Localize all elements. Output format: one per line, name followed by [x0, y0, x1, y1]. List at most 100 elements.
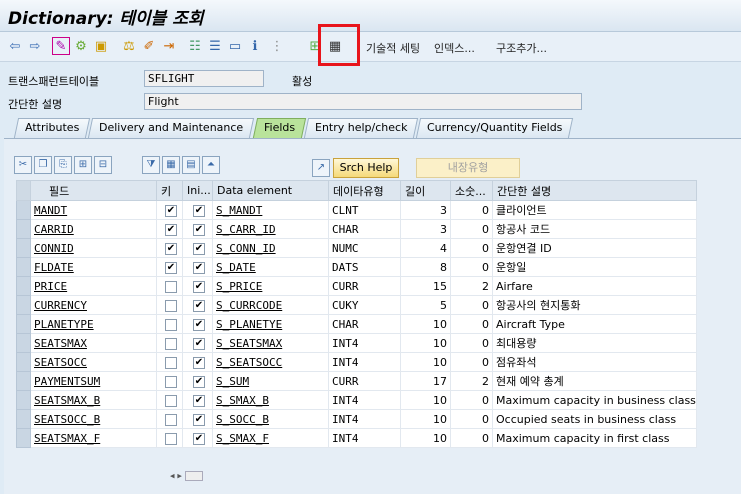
data-element-cell[interactable]: S_PRICE [212, 276, 329, 296]
data-type-cell[interactable]: INT4 [328, 428, 401, 448]
data-element-cell[interactable]: S_SEATSMAX [212, 333, 329, 353]
table-row[interactable]: SEATSMAX_F ✔ S_SMAX_F INT4 10 0 Maximum capaci… [16, 428, 697, 448]
key-checkbox[interactable]: ✔ [165, 223, 177, 236]
object-list-icon[interactable]: ☷ [186, 37, 204, 55]
decimals-cell[interactable]: 2 [450, 371, 493, 391]
row-selector[interactable] [16, 219, 31, 239]
data-element-cell[interactable]: S_PLANETYE [212, 314, 329, 334]
data-element-cell[interactable]: S_SEATSOCC [212, 352, 329, 372]
length-cell[interactable]: 10 [400, 428, 451, 448]
initial-cell[interactable]: ✔ [182, 219, 213, 239]
data-element-cell[interactable]: S_CARR_ID [212, 219, 329, 239]
decimals-cell[interactable]: 0 [450, 238, 493, 258]
srch-help-button[interactable]: Srch Help [333, 158, 399, 178]
table-row[interactable]: MANDT ✔ ✔ S_MANDT CLNT 3 0 클라이언트 [16, 200, 697, 220]
key-cell[interactable] [156, 428, 183, 448]
cut-icon[interactable]: ✂ [14, 156, 32, 174]
length-cell[interactable]: 10 [400, 333, 451, 353]
length-cell[interactable]: 4 [400, 238, 451, 258]
row-selector[interactable] [16, 200, 31, 220]
field-name-cell[interactable]: CONNID [30, 238, 157, 258]
initial-checkbox[interactable]: ✔ [193, 204, 205, 217]
key-cell[interactable] [156, 371, 183, 391]
key-checkbox[interactable] [165, 432, 177, 445]
short-description-cell[interactable]: 항공사 코드 [492, 219, 697, 239]
field-name-cell[interactable]: SEATSMAX [30, 333, 157, 353]
decimals-cell[interactable]: 0 [450, 352, 493, 372]
short-description-cell[interactable]: 항공사의 현지통화 [492, 295, 697, 315]
scroll-left-icon[interactable]: ◂ [170, 472, 175, 482]
field-name-cell[interactable]: SEATSOCC [30, 352, 157, 372]
col-length[interactable]: 길이 [400, 180, 451, 201]
field-name-cell[interactable]: SEATSMAX_F [30, 428, 157, 448]
key-cell[interactable] [156, 276, 183, 296]
initial-cell[interactable]: ✔ [182, 333, 213, 353]
field-name-cell[interactable]: CARRID [30, 219, 157, 239]
data-type-cell[interactable]: INT4 [328, 409, 401, 429]
decimals-cell[interactable]: 2 [450, 276, 493, 296]
key-checkbox[interactable]: ✔ [165, 261, 177, 274]
key-cell[interactable] [156, 314, 183, 334]
table-row[interactable]: PRICE ✔ S_PRICE CURR 15 2 Airfare [16, 276, 697, 296]
initial-checkbox[interactable]: ✔ [193, 356, 205, 369]
find-icon[interactable]: ⧩ [142, 156, 160, 174]
key-checkbox[interactable] [165, 337, 177, 350]
row-selector[interactable] [16, 409, 31, 429]
col-key[interactable]: 키 [156, 180, 183, 201]
length-cell[interactable]: 3 [400, 200, 451, 220]
data-type-cell[interactable]: CURR [328, 371, 401, 391]
initial-cell[interactable]: ✔ [182, 200, 213, 220]
key-cell[interactable] [156, 352, 183, 372]
append-structure-button[interactable]: 구조추가... [496, 40, 547, 56]
key-checkbox[interactable] [165, 318, 177, 331]
short-description-cell[interactable]: 클라이언트 [492, 200, 697, 220]
data-element-cell[interactable]: S_SMAX_B [212, 390, 329, 410]
key-checkbox[interactable] [165, 375, 177, 388]
scroll-right-icon[interactable]: ▸ [177, 472, 182, 482]
row-selector[interactable] [16, 428, 31, 448]
short-description-cell[interactable]: Occupied seats in business class [492, 409, 697, 429]
initial-cell[interactable]: ✔ [182, 352, 213, 372]
row-selector[interactable] [16, 238, 31, 258]
initial-cell[interactable]: ✔ [182, 428, 213, 448]
length-cell[interactable]: 10 [400, 409, 451, 429]
length-cell[interactable]: 10 [400, 390, 451, 410]
initial-checkbox[interactable]: ✔ [193, 394, 205, 407]
horizontal-scrollbar[interactable]: ◂ ▸ [170, 471, 220, 485]
data-type-cell[interactable]: INT4 [328, 390, 401, 410]
data-element-cell[interactable]: S_SMAX_F [212, 428, 329, 448]
row-selector[interactable] [16, 333, 31, 353]
short-description-cell[interactable]: 운항연결 ID [492, 238, 697, 258]
initial-checkbox[interactable]: ✔ [193, 299, 205, 312]
short-description-cell[interactable]: Airfare [492, 276, 697, 296]
col-field[interactable]: 필드 [30, 180, 157, 201]
paste-icon[interactable]: ⎘ [54, 156, 72, 174]
window-icon[interactable]: ▭ [226, 37, 244, 55]
initial-cell[interactable]: ✔ [182, 276, 213, 296]
short-description-cell[interactable]: 운항일 [492, 257, 697, 277]
data-element-cell[interactable]: S_MANDT [212, 200, 329, 220]
initial-cell[interactable]: ✔ [182, 371, 213, 391]
key-checkbox[interactable]: ✔ [165, 242, 177, 255]
key-cell[interactable]: ✔ [156, 238, 183, 258]
key-cell[interactable]: ✔ [156, 257, 183, 277]
delete-row-icon[interactable]: ⊟ [94, 156, 112, 174]
col-data-element[interactable]: Data element [212, 180, 329, 201]
col-short-description[interactable]: 간단한 설명 [492, 180, 697, 201]
field-name-cell[interactable]: FLDATE [30, 257, 157, 277]
length-cell[interactable]: 17 [400, 371, 451, 391]
initial-cell[interactable]: ✔ [182, 409, 213, 429]
forward-arrow-icon[interactable]: ⇨ [26, 37, 44, 55]
select-all-cell[interactable] [16, 180, 31, 201]
key-checkbox[interactable] [165, 299, 177, 312]
key-cell[interactable]: ✔ [156, 219, 183, 239]
table-row[interactable]: PLANETYPE ✔ S_PLANETYE CHAR 10 0 Aircraft Type [16, 314, 697, 334]
scroll-thumb[interactable] [184, 471, 203, 481]
tab-attributes[interactable]: Attributes [13, 118, 91, 138]
col-data-type[interactable]: 데이타유형 [328, 180, 401, 201]
back-arrow-icon[interactable]: ⇦ [6, 37, 24, 55]
initial-cell[interactable]: ✔ [182, 390, 213, 410]
table-row[interactable]: PAYMENTSUM ✔ S_SUM CURR 17 2 현재 예약 총계 [16, 371, 697, 391]
field-name-cell[interactable]: MANDT [30, 200, 157, 220]
data-type-cell[interactable]: NUMC [328, 238, 401, 258]
